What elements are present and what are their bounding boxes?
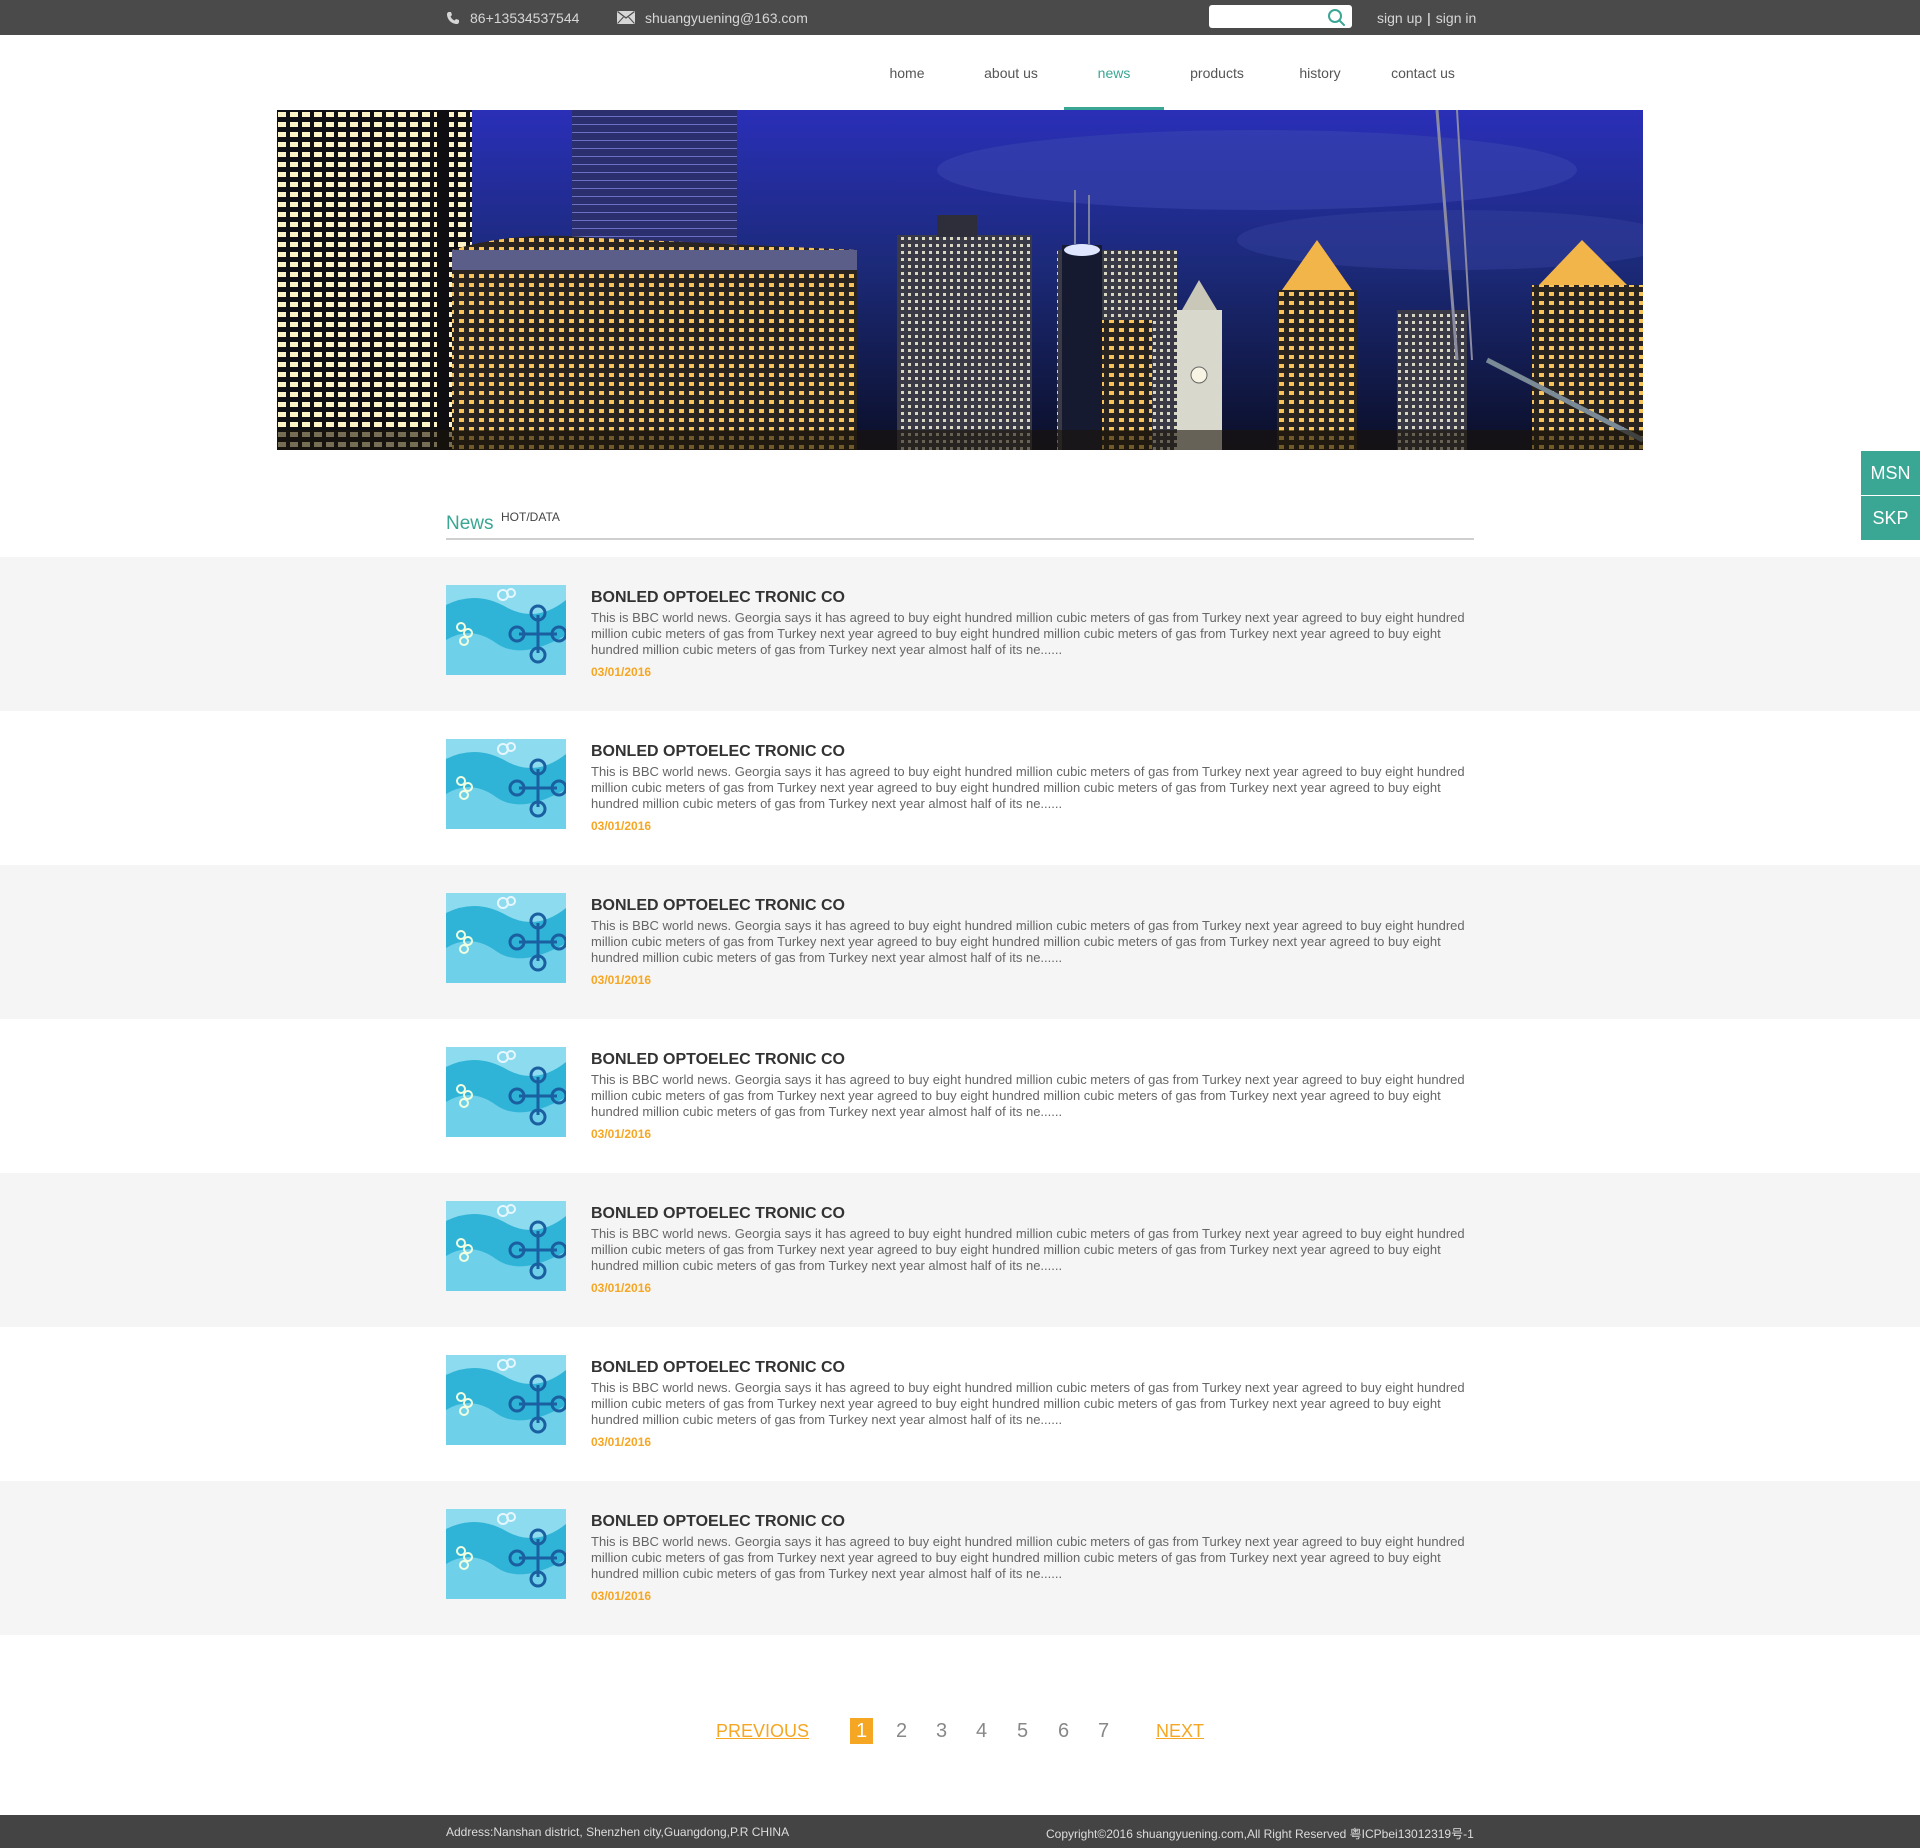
search-icon[interactable] (1326, 7, 1346, 27)
news-title[interactable]: BONLED OPTOELEC TRONIC CO (591, 1359, 845, 1377)
phone-number: 86+13534537544 (470, 9, 580, 26)
news-title[interactable]: BONLED OPTOELEC TRONIC CO (591, 1513, 845, 1531)
molecule-graphic (446, 1047, 566, 1137)
news-item[interactable]: BONLED OPTOELEC TRONIC CO This is BBC wo… (0, 557, 1920, 711)
auth-links: sign up | sign in (1377, 0, 1476, 35)
contact-email: shuangyuening@163.com (617, 0, 808, 35)
auth-separator: | (1427, 9, 1431, 26)
top-bar: 86+13534537544 shuangyuening@163.com sig… (0, 0, 1920, 35)
news-date: 03/01/2016 (591, 665, 652, 679)
search-box (1209, 5, 1352, 28)
news-item[interactable]: BONLED OPTOELEC TRONIC CO This is BBC wo… (0, 711, 1920, 865)
molecule-graphic (446, 739, 566, 829)
nav-products[interactable]: products (1167, 35, 1267, 110)
news-thumbnail[interactable] (446, 739, 566, 829)
news-title[interactable]: BONLED OPTOELEC TRONIC CO (591, 743, 845, 761)
nav-news[interactable]: news (1064, 35, 1164, 110)
news-description: This is BBC world news. Georgia says it … (591, 1380, 1465, 1427)
news-title[interactable]: BONLED OPTOELEC TRONIC CO (591, 589, 845, 607)
news-item[interactable]: BONLED OPTOELEC TRONIC CO This is BBC wo… (0, 1173, 1920, 1327)
news-description: This is BBC world news. Georgia says it … (591, 1226, 1465, 1273)
news-thumbnail[interactable] (446, 1355, 566, 1445)
news-thumbnail[interactable] (446, 1509, 566, 1599)
news-item[interactable]: BONLED OPTOELEC TRONIC CO This is BBC wo… (0, 1019, 1920, 1173)
pagination: PREVIOUS 1 2 3 4 5 6 7 NEXT (0, 1718, 1920, 1746)
nav-history[interactable]: history (1270, 35, 1370, 110)
news-description: This is BBC world news. Georgia says it … (591, 764, 1465, 811)
page-5[interactable]: 5 (1011, 1718, 1034, 1744)
molecule-graphic (446, 1355, 566, 1445)
news-date: 03/01/2016 (591, 973, 652, 987)
phone-icon (447, 11, 459, 24)
section-subtitle: HOT/DATA (501, 510, 560, 524)
news-date: 03/01/2016 (591, 1589, 652, 1603)
news-item[interactable]: BONLED OPTOELEC TRONIC CO This is BBC wo… (0, 1481, 1920, 1635)
footer: Address:Nanshan district, Shenzhen city,… (0, 1815, 1920, 1848)
sign-up-link[interactable]: sign up (1377, 10, 1422, 26)
envelope-icon (617, 11, 635, 24)
page-4[interactable]: 4 (970, 1718, 993, 1744)
hero-banner (277, 110, 1643, 450)
section-title: News (446, 513, 494, 534)
city-skyline-image (277, 110, 1643, 450)
news-description: This is BBC world news. Georgia says it … (591, 918, 1465, 965)
news-thumbnail[interactable] (446, 585, 566, 675)
news-date: 03/01/2016 (591, 1435, 652, 1449)
news-thumbnail[interactable] (446, 893, 566, 983)
page-7[interactable]: 7 (1092, 1718, 1115, 1744)
news-title[interactable]: BONLED OPTOELEC TRONIC CO (591, 1205, 845, 1223)
page-6[interactable]: 6 (1052, 1718, 1075, 1744)
nav-contact-us[interactable]: contact us (1373, 35, 1473, 110)
news-item[interactable]: BONLED OPTOELEC TRONIC CO This is BBC wo… (0, 1327, 1920, 1481)
footer-address: Address:Nanshan district, Shenzhen city,… (446, 1825, 790, 1839)
news-thumbnail[interactable] (446, 1201, 566, 1291)
page-2[interactable]: 2 (890, 1718, 913, 1744)
news-date: 03/01/2016 (591, 819, 652, 833)
molecule-graphic (446, 893, 566, 983)
next-page-link[interactable]: NEXT (1156, 1721, 1204, 1742)
previous-page-link[interactable]: PREVIOUS (716, 1721, 809, 1742)
email-address: shuangyuening@163.com (645, 9, 808, 26)
news-title[interactable]: BONLED OPTOELEC TRONIC CO (591, 1051, 845, 1069)
page-3[interactable]: 3 (930, 1718, 953, 1744)
search-input[interactable] (1215, 7, 1325, 26)
msn-button[interactable]: MSN (1861, 451, 1920, 495)
news-item[interactable]: BONLED OPTOELEC TRONIC CO This is BBC wo… (0, 865, 1920, 1019)
news-description: This is BBC world news. Georgia says it … (591, 610, 1465, 657)
footer-copyright: Copyright©2016 shuangyuening.com,All Rig… (1046, 1827, 1474, 1841)
news-description: This is BBC world news. Georgia says it … (591, 1534, 1465, 1581)
news-description: This is BBC world news. Georgia says it … (591, 1072, 1465, 1119)
news-title[interactable]: BONLED OPTOELEC TRONIC CO (591, 897, 845, 915)
skp-button[interactable]: SKP (1861, 496, 1920, 540)
molecule-graphic (446, 1201, 566, 1291)
contact-phone: 86+13534537544 (446, 0, 579, 35)
news-thumbnail[interactable] (446, 1047, 566, 1137)
molecule-graphic (446, 585, 566, 675)
sign-in-link[interactable]: sign in (1436, 10, 1476, 26)
main-nav: home about us news products history cont… (0, 35, 1920, 110)
news-date: 03/01/2016 (591, 1127, 652, 1141)
news-section-header: News HOT/DATA (446, 500, 1474, 540)
page-1[interactable]: 1 (850, 1718, 873, 1744)
nav-home[interactable]: home (857, 35, 957, 110)
nav-about-us[interactable]: about us (961, 35, 1061, 110)
molecule-graphic (446, 1509, 566, 1599)
news-date: 03/01/2016 (591, 1281, 652, 1295)
